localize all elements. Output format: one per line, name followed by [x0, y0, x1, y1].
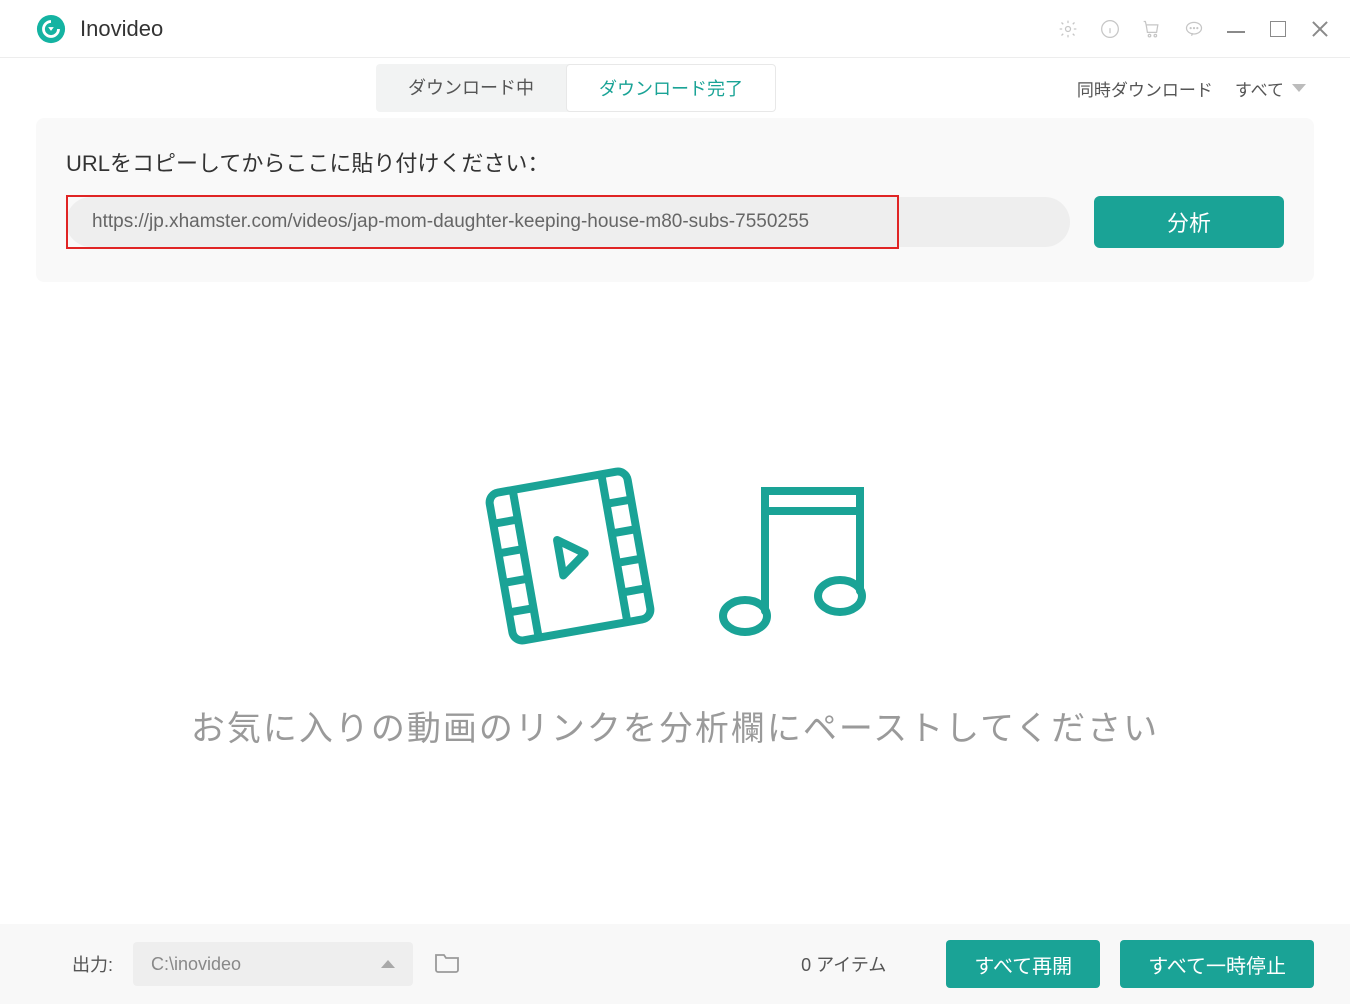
tab-downloading[interactable]: ダウンロード中 [376, 64, 566, 112]
info-icon[interactable] [1100, 19, 1120, 39]
concurrent-value: すべて [1235, 76, 1284, 101]
tab-completed[interactable]: ダウンロード完了 [566, 64, 776, 112]
film-icon [465, 456, 675, 661]
chevron-up-icon [381, 960, 395, 968]
pause-all-button[interactable]: すべて一時停止 [1120, 940, 1314, 988]
output-path-select[interactable]: C:\inovideo [133, 942, 413, 986]
app-title: Inovideo [80, 16, 163, 42]
output-label: 出力: [72, 951, 113, 977]
concurrent-label: 同時ダウンロード [1077, 76, 1213, 101]
cart-icon[interactable] [1142, 19, 1162, 39]
music-note-icon [705, 461, 885, 656]
close-button[interactable] [1310, 19, 1330, 39]
empty-state: お気に入りの動画のリンクを分析欄にペーストしてください [0, 282, 1350, 924]
footer: 出力: C:\inovideo 0 アイテム すべて再開 すべて一時停止 [0, 924, 1350, 1004]
chevron-down-icon [1292, 84, 1306, 92]
gear-icon[interactable] [1058, 19, 1078, 39]
url-panel: URLをコピーしてからここに貼り付けください： 分析 [36, 118, 1314, 282]
app-logo-icon [36, 14, 66, 44]
maximize-button[interactable] [1268, 19, 1288, 39]
analyze-button[interactable]: 分析 [1094, 196, 1284, 248]
empty-message: お気に入りの動画のリンクを分析欄にペーストしてください [191, 701, 1159, 750]
output-path-value: C:\inovideo [151, 954, 241, 975]
chat-icon[interactable] [1184, 19, 1204, 39]
open-folder-button[interactable] [433, 950, 461, 979]
concurrent-download-setting: 同時ダウンロード すべて [1077, 70, 1314, 107]
concurrent-select[interactable]: すべて [1227, 70, 1314, 107]
url-input-wrap [66, 197, 1070, 247]
resume-all-button[interactable]: すべて再開 [946, 940, 1100, 988]
subbar: ダウンロード中 ダウンロード完了 同時ダウンロード すべて [0, 58, 1350, 118]
empty-illustration [465, 456, 885, 661]
item-count: 0 アイテム [801, 951, 886, 977]
minimize-button[interactable] [1226, 19, 1246, 39]
tabs: ダウンロード中 ダウンロード完了 [376, 64, 776, 112]
url-instruction-label: URLをコピーしてからここに貼り付けください： [66, 146, 1284, 178]
url-input[interactable] [66, 197, 1070, 247]
titlebar: Inovideo [0, 0, 1350, 58]
titlebar-controls [1058, 19, 1330, 39]
